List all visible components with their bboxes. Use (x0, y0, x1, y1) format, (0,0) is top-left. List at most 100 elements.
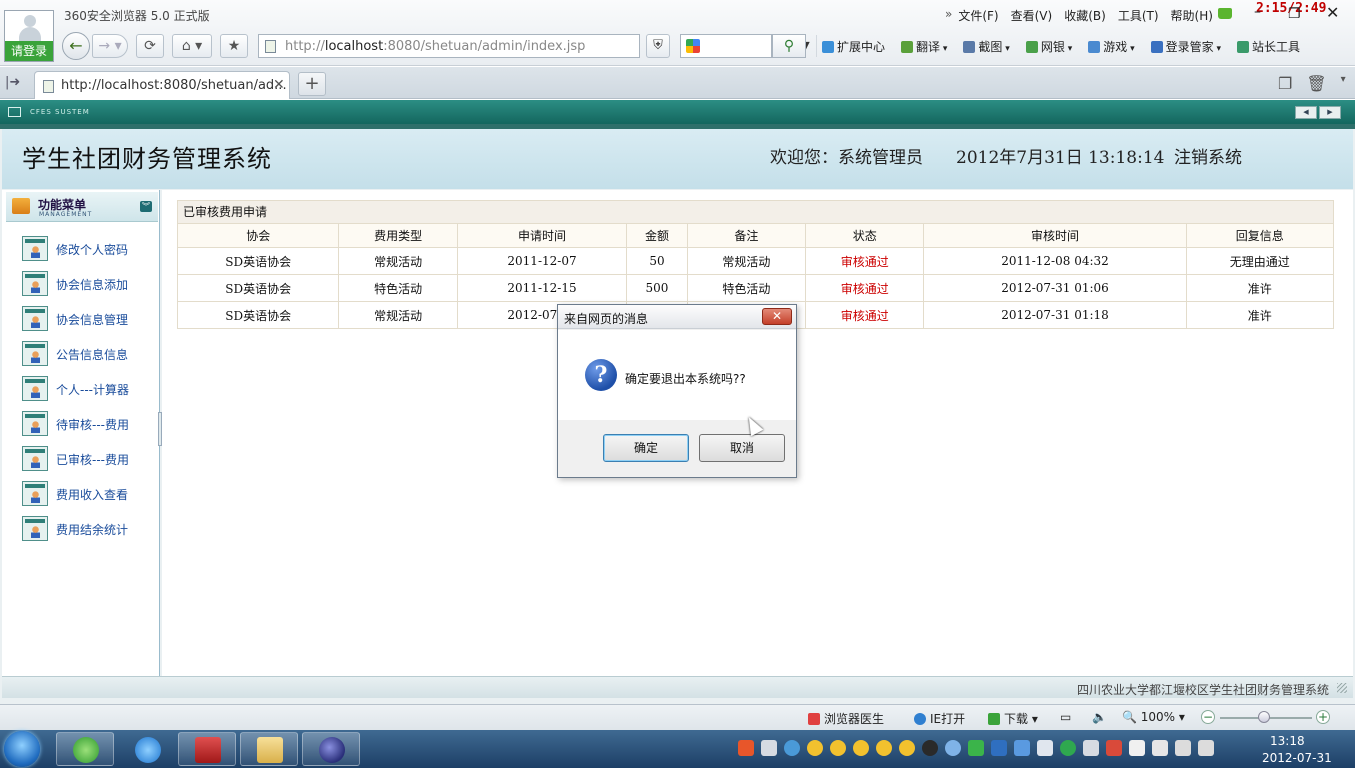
minimize-icon[interactable]: – (1254, 4, 1261, 20)
tray-app-icon[interactable] (945, 740, 961, 756)
sidebar-item[interactable]: 公告信息信息 (22, 341, 160, 367)
tray-app-icon[interactable] (968, 740, 984, 756)
menu-help[interactable]: 帮助(H) (1171, 7, 1213, 24)
tray-app-icon[interactable] (784, 740, 800, 756)
network-icon[interactable] (1175, 740, 1191, 756)
search-engine-icon[interactable] (686, 39, 700, 53)
qq-offline-icon[interactable] (922, 740, 938, 756)
chevron-down-icon[interactable]: ▾ (940, 44, 948, 54)
menu-favorites[interactable]: 收藏(B) (1064, 7, 1106, 24)
sidebar-item-label[interactable]: 修改个人密码 (56, 241, 128, 258)
zoom-slider-handle[interactable] (1258, 711, 1270, 723)
qq-icon[interactable] (876, 740, 892, 756)
security-shield-icon[interactable]: ⛨ (646, 34, 670, 58)
toolbar-link[interactable]: 截图 ▾ (963, 38, 1010, 55)
search-icon[interactable]: ⚲ (772, 34, 806, 58)
taskbar-eclipse[interactable] (302, 732, 360, 766)
tray-app-icon[interactable] (1083, 740, 1099, 756)
address-bar[interactable]: http://localhost:8080/shetuan/admin/inde… (258, 34, 832, 58)
sidebar-item[interactable]: 个人---计算器 (22, 376, 160, 402)
sidebar-item[interactable]: 修改个人密码 (22, 236, 160, 262)
restore-tabs-icon[interactable]: ❐ (1278, 74, 1292, 93)
back-arrow-icon[interactable]: ← (62, 32, 90, 60)
sidebar-item[interactable]: 费用结余统计 (22, 516, 160, 542)
toolbar-link[interactable]: 扩展中心 (822, 38, 885, 55)
next-arrow-icon[interactable]: ▶ (1319, 106, 1341, 119)
toolbar-link[interactable]: 网银 ▾ (1025, 38, 1072, 55)
menu-view[interactable]: 查看(V) (1011, 7, 1053, 24)
tray-app-icon[interactable] (991, 740, 1007, 756)
skin-shirt-icon[interactable] (1218, 8, 1232, 19)
dialog-titlebar[interactable]: 来自网页的消息 ✕ (558, 305, 796, 329)
tray-app-icon[interactable] (1060, 740, 1076, 756)
sidebar-item[interactable]: 协会信息管理 (22, 306, 160, 332)
address-url[interactable]: http://localhost:8080/shetuan/admin/inde… (285, 39, 585, 54)
sogou-icon[interactable] (738, 740, 754, 756)
sidebar-item[interactable]: 已审核---费用 (22, 446, 160, 472)
sidebar-item-label[interactable]: 已审核---费用 (56, 451, 129, 468)
tray-date[interactable]: 2012-07-31 (1262, 751, 1332, 765)
qq-icon[interactable] (807, 740, 823, 756)
taskbar-toolbox[interactable] (178, 732, 236, 766)
login-button[interactable]: 请登录 (5, 41, 53, 61)
collapse-chevron-icon[interactable]: ︾ (140, 201, 152, 212)
forward-arrow-icon[interactable]: → ▾ (92, 34, 128, 58)
tray-time[interactable]: 13:18 (1270, 734, 1305, 748)
new-tab-button[interactable]: + (298, 72, 326, 96)
home-icon[interactable]: ⌂ ▾ (172, 34, 212, 58)
browser-doctor-button[interactable]: 浏览器医生 (808, 710, 884, 727)
sidebar-item[interactable]: 协会信息添加 (22, 271, 160, 297)
start-button[interactable] (4, 731, 40, 767)
menu-tools[interactable]: 工具(T) (1118, 7, 1159, 24)
chevron-down-icon[interactable]: ▾ (1341, 74, 1346, 93)
sidebar-item-label[interactable]: 待审核---费用 (56, 416, 129, 433)
qq-icon[interactable] (853, 740, 869, 756)
taskbar-ie[interactable] (118, 732, 176, 766)
toolbar-link[interactable]: 站长工具 (1237, 38, 1300, 55)
qq-icon[interactable] (899, 740, 915, 756)
menu-file[interactable]: 文件(F) (958, 7, 998, 24)
chevron-down-icon[interactable]: ▾ (1214, 44, 1222, 54)
taskbar-360-browser[interactable] (56, 732, 114, 766)
tray-app-icon[interactable] (1106, 740, 1122, 756)
window-icon[interactable]: ▭ (1060, 710, 1071, 724)
tray-app-icon[interactable] (1037, 740, 1053, 756)
sidebar-item-label[interactable]: 个人---计算器 (56, 381, 129, 398)
refresh-icon[interactable]: ⟳ (136, 34, 164, 58)
toolbar-link[interactable]: 登录管家 ▾ (1150, 38, 1222, 55)
double-chevron-icon[interactable]: » (945, 7, 952, 24)
flag-icon[interactable] (1129, 740, 1145, 756)
zoom-in-icon[interactable]: + (1316, 710, 1330, 724)
close-icon[interactable]: ✕ (762, 308, 792, 325)
toolbar-link[interactable]: 游戏 ▾ (1088, 38, 1135, 55)
speaker-icon[interactable] (1198, 740, 1214, 756)
favorite-star-icon[interactable]: ★ (220, 34, 248, 58)
login-widget[interactable]: 请登录 (4, 10, 54, 62)
search-input[interactable] (680, 34, 772, 58)
sidebar-item-label[interactable]: 费用结余统计 (56, 521, 128, 538)
taskbar-explorer[interactable] (240, 732, 298, 766)
ie-open-button[interactable]: IE打开 (914, 710, 965, 727)
close-window-icon[interactable]: ✕ (1326, 3, 1339, 22)
sidebar-item-label[interactable]: 协会信息管理 (56, 311, 128, 328)
trash-icon[interactable]: 🗑 (1306, 74, 1326, 93)
sidebar-item[interactable]: 待审核---费用 (22, 411, 160, 437)
zoom-control[interactable]: 🔍 100% ▾ (1122, 710, 1185, 724)
tray-app-icon[interactable] (761, 740, 777, 756)
close-tab-icon[interactable]: ✕ (273, 77, 285, 93)
chevron-down-icon[interactable]: ▾ (1002, 44, 1010, 54)
sidebar-item-label[interactable]: 协会信息添加 (56, 276, 128, 293)
sidebar-item-label[interactable]: 费用收入查看 (56, 486, 128, 503)
toolbar-link[interactable]: 翻译 ▾ (901, 38, 947, 55)
prev-arrow-icon[interactable]: ◀ (1295, 106, 1317, 119)
resize-grip-icon[interactable] (1337, 683, 1347, 693)
tab-active[interactable]: http://localhost:8080/shetuan/ad... ✕ (34, 71, 290, 99)
qq-icon[interactable] (830, 740, 846, 756)
logout-link[interactable]: 注销系统 (1174, 143, 1242, 168)
ok-button[interactable]: 确定 (603, 434, 689, 462)
download-button[interactable]: 下载 ▾ (988, 710, 1038, 727)
speaker-icon[interactable]: 🔈 (1092, 710, 1107, 724)
cancel-button[interactable]: 取消 (699, 434, 785, 462)
sidebar-item-label[interactable]: 公告信息信息 (56, 346, 128, 363)
shield-icon[interactable] (1014, 740, 1030, 756)
